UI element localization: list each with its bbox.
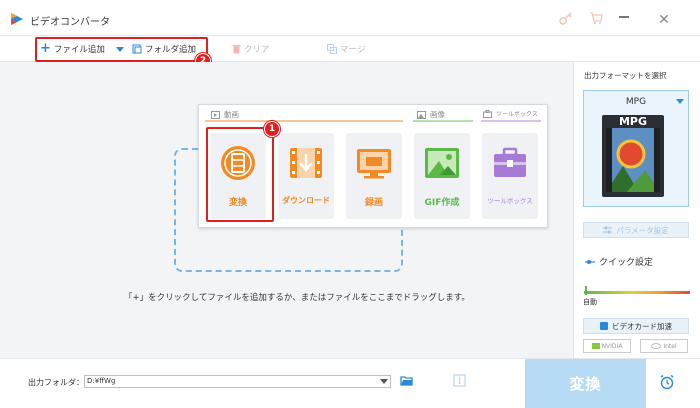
clear-button[interactable]: クリア <box>232 41 270 57</box>
gpu-icon <box>600 322 608 330</box>
quick-settings-icon <box>585 259 595 264</box>
screen-record-icon <box>357 149 391 179</box>
intel-logo-icon <box>651 343 662 349</box>
convert-button[interactable]: 変換 <box>525 359 646 408</box>
video-section-line <box>205 120 403 122</box>
output-format-title: 出力フォーマットを選択 <box>584 71 667 80</box>
bottom-bar: 出力フォルダ： D:¥ffWg 変換 <box>0 358 700 408</box>
image-section-icon <box>417 110 426 119</box>
app-logo-icon <box>11 13 23 25</box>
mpg-file-icon-text: MPG <box>618 115 648 128</box>
output-folder-dropdown-icon[interactable] <box>380 379 388 384</box>
merge-label: マージ <box>340 45 366 55</box>
parameter-settings-button[interactable]: パラメータ設定 <box>583 222 689 238</box>
gpu-acceleration-label: ビデオカード加速 <box>612 321 672 331</box>
feature-card-download[interactable]: ダウンロード <box>278 133 334 219</box>
output-folder-label: 出力フォルダ： <box>28 378 84 387</box>
section-video-label: 動画 <box>224 110 239 119</box>
parameter-settings-label: パラメータ設定 <box>616 225 669 235</box>
gpu-acceleration-button[interactable]: ビデオカード加速 <box>583 318 689 334</box>
alarm-clock-icon[interactable] <box>659 374 675 390</box>
sliders-icon <box>603 226 613 234</box>
title-bar: ビデオコンバータ ✕ <box>0 0 700 36</box>
open-folder-icon[interactable] <box>400 375 414 386</box>
minimize-icon[interactable] <box>619 16 629 18</box>
highlight-box-convert <box>206 127 274 222</box>
nvidia-badge: NVIDIA <box>583 339 631 353</box>
quality-slider-label: 自動 <box>583 298 597 306</box>
close-icon[interactable]: ✕ <box>654 10 674 30</box>
feature-label-record: 録画 <box>364 198 383 208</box>
quick-settings-label: クイック設定 <box>599 258 654 268</box>
highlight-box-toolbar <box>35 37 208 62</box>
intel-label: Intel <box>663 342 677 350</box>
section-toolbox-label: ツールボックス <box>496 111 538 118</box>
export-icon[interactable] <box>453 374 466 387</box>
output-format-name: MPG <box>625 97 647 107</box>
section-image-label: 画像 <box>430 110 445 119</box>
film-download-icon <box>290 148 322 178</box>
quality-slider-handle[interactable] <box>585 286 587 295</box>
nvidia-label: NVIDIA <box>601 342 623 350</box>
key-icon[interactable] <box>559 11 573 25</box>
section-toolbox: ツールボックス <box>483 109 538 118</box>
toolbox-icon <box>494 147 526 177</box>
clear-label: クリア <box>244 45 270 55</box>
feature-label-toolbox: ツールボックス <box>487 197 533 205</box>
video-section-icon <box>211 110 220 119</box>
merge-icon <box>327 44 337 54</box>
step-badge-1: 1 <box>264 121 280 137</box>
output-settings-panel: 出力フォーマットを選択 MPG MPG パラメータ設定 クイック設定 自動 ビデ… <box>573 62 700 358</box>
feature-label-download: ダウンロード <box>282 196 330 205</box>
quick-settings[interactable]: クイック設定 <box>585 255 653 268</box>
app-title: ビデオコンバータ <box>30 17 110 28</box>
trash-icon <box>232 45 241 54</box>
section-video: 動画 <box>211 109 239 120</box>
toolbox-section-line <box>481 120 541 122</box>
merge-button[interactable]: マージ <box>327 41 365 57</box>
nvidia-logo-icon <box>591 343 600 349</box>
feature-card-toolbox[interactable]: ツールボックス <box>482 133 538 219</box>
output-format-selector[interactable]: MPG MPG <box>583 90 689 207</box>
drop-hint: 「+」をクリックしてファイルを追加するか、またはファイルをここまでドラッグします… <box>124 293 470 303</box>
toolbox-section-icon <box>483 109 492 118</box>
gif-image-icon <box>425 148 459 178</box>
feature-card-record[interactable]: 録画 <box>346 133 402 219</box>
feature-label-gif: GIF作成 <box>424 198 460 208</box>
quality-slider[interactable] <box>584 291 690 294</box>
format-dropdown-icon[interactable] <box>676 99 684 104</box>
feature-card-gif[interactable]: GIF作成 <box>414 133 470 219</box>
intel-badge: Intel <box>640 339 688 353</box>
cart-icon[interactable] <box>589 11 603 25</box>
output-folder-input[interactable]: D:¥ffWg <box>84 375 391 388</box>
image-section-line <box>413 120 473 122</box>
section-image: 画像 <box>417 109 445 120</box>
app-window: ビデオコンバータ ✕ + ファイル追加 フォルダ追加 クリア マージ 2 「+」… <box>0 0 700 408</box>
